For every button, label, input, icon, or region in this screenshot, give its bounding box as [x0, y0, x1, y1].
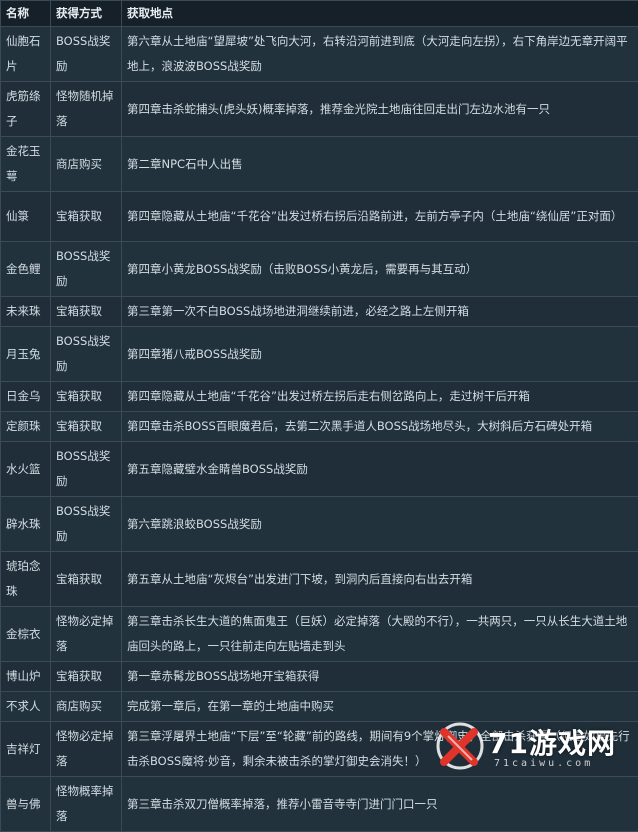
- table-row: 金色鲤 BOSS战奖励 第四章小黄龙BOSS战奖励（击败BOSS小黄龙后，需要再…: [1, 242, 638, 297]
- table-row: 不求人 商店购买 完成第一章后，在第一章的土地庙中购买: [1, 692, 638, 722]
- item-location: 第二章NPC石中人出售: [122, 137, 638, 192]
- item-method: BOSS战奖励: [51, 497, 122, 552]
- site-watermark: 71游戏网 71caiwu.com: [430, 718, 630, 774]
- item-method: 怪物必定掉落: [51, 722, 122, 777]
- items-table: 名称 获得方式 获取地点 仙胞石片 BOSS战奖励 第六章从土地庙“望犀坡”处飞…: [0, 0, 638, 832]
- watermark-domain: 71caiwu.com: [494, 758, 593, 769]
- item-name: 吉祥灯: [1, 722, 51, 777]
- item-location: 第四章小黄龙BOSS战奖励（击败BOSS小黄龙后，需要再与其互动）: [122, 242, 638, 297]
- item-method: BOSS战奖励: [51, 27, 122, 82]
- header-name: 名称: [1, 1, 51, 27]
- item-location: 第四章猪八戒BOSS战奖励: [122, 327, 638, 382]
- item-method: 怪物随机掉落: [51, 82, 122, 137]
- table-row: 虎筋绦子 怪物随机掉落 第四章击杀蛇捕头(虎头妖)概率掉落，推荐金光院土地庙往回…: [1, 82, 638, 137]
- header-method: 获得方式: [51, 1, 122, 27]
- item-method: BOSS战奖励: [51, 242, 122, 297]
- item-name: 未来珠: [1, 297, 51, 327]
- item-name: 不求人: [1, 692, 51, 722]
- item-location: 第六章跳浪蛟BOSS战奖励: [122, 497, 638, 552]
- item-location: 第四章隐藏从土地庙“千花谷”出发过桥左拐后走右侧岔路向上，走过树干后开箱: [122, 382, 638, 412]
- item-method: 商店购买: [51, 692, 122, 722]
- item-name: 博山炉: [1, 662, 51, 692]
- item-location: 第四章隐藏从土地庙“千花谷”出发过桥右拐后沿路前进，左前方亭子内（土地庙“绕仙居…: [122, 192, 638, 242]
- table-row: 仙胞石片 BOSS战奖励 第六章从土地庙“望犀坡”处飞向大河，右转沿河前进到底（…: [1, 27, 638, 82]
- table-row: 未来珠 宝箱获取 第三章第一次不白BOSS战场地进洞继续前进，必经之路上左侧开箱: [1, 297, 638, 327]
- item-method: BOSS战奖励: [51, 442, 122, 497]
- item-location: 第三章击杀双刀僧概率掉落，推荐小雷音寺寺门进门门口一只: [122, 777, 638, 832]
- item-method: 商店购买: [51, 137, 122, 192]
- table-row: 水火篮 BOSS战奖励 第五章隐藏璧水金睛兽BOSS战奖励: [1, 442, 638, 497]
- item-location: 第五章从土地庙“灰烬台”出发进门下坡，到洞内后直接向右出去开箱: [122, 552, 638, 607]
- item-method: 宝箱获取: [51, 412, 122, 442]
- table-row: 仙箓 宝箱获取 第四章隐藏从土地庙“千花谷”出发过桥右拐后沿路前进，左前方亭子内…: [1, 192, 638, 242]
- header-location: 获取地点: [122, 1, 638, 27]
- brand-logo-icon: [434, 720, 486, 772]
- item-location: 第五章隐藏璧水金睛兽BOSS战奖励: [122, 442, 638, 497]
- item-name: 定颜珠: [1, 412, 51, 442]
- table-header-row: 名称 获得方式 获取地点: [1, 1, 638, 27]
- item-name: 辟水珠: [1, 497, 51, 552]
- item-location: 第三章第一次不白BOSS战场地进洞继续前进，必经之路上左侧开箱: [122, 297, 638, 327]
- table-body: 仙胞石片 BOSS战奖励 第六章从土地庙“望犀坡”处飞向大河，右转沿河前进到底（…: [1, 27, 638, 832]
- item-method: 宝箱获取: [51, 192, 122, 242]
- item-location: 第三章击杀长生大道的焦面鬼王（巨妖）必定掉落（大殿的不行），一共两只，一只从长生…: [122, 607, 638, 662]
- item-method: 宝箱获取: [51, 552, 122, 607]
- item-location: 第四章击杀蛇捕头(虎头妖)概率掉落，推荐金光院土地庙往回走出门左边水池有一只: [122, 82, 638, 137]
- item-method: BOSS战奖励: [51, 327, 122, 382]
- table-row: 兽与佛 怪物概率掉落 第三章击杀双刀僧概率掉落，推荐小雷音寺寺门进门门口一只: [1, 777, 638, 832]
- item-name: 金花玉萼: [1, 137, 51, 192]
- item-method: 怪物概率掉落: [51, 777, 122, 832]
- item-location: 第六章从土地庙“望犀坡”处飞向大河，右转沿河前进到底（大河走向左拐），右下角岸边…: [122, 27, 638, 82]
- item-method: 宝箱获取: [51, 297, 122, 327]
- watermark-brand: 71游戏网: [488, 722, 616, 762]
- item-name: 月玉兔: [1, 327, 51, 382]
- item-name: 仙箓: [1, 192, 51, 242]
- item-name: 虎筋绦子: [1, 82, 51, 137]
- table-row: 金棕衣 怪物必定掉落 第三章击杀长生大道的焦面鬼王（巨妖）必定掉落（大殿的不行）…: [1, 607, 638, 662]
- item-name: 兽与佛: [1, 777, 51, 832]
- item-name: 琥珀念珠: [1, 552, 51, 607]
- item-name: 日金乌: [1, 382, 51, 412]
- item-location: 第一章赤髯龙BOSS战场地开宝箱获得: [122, 662, 638, 692]
- item-name: 金色鲤: [1, 242, 51, 297]
- item-method: 怪物必定掉落: [51, 607, 122, 662]
- item-name: 仙胞石片: [1, 27, 51, 82]
- item-name: 水火篮: [1, 442, 51, 497]
- item-method: 宝箱获取: [51, 382, 122, 412]
- table-row: 定颜珠 宝箱获取 第四章击杀BOSS百眼魔君后，去第二次黑手道人BOSS战场地尽…: [1, 412, 638, 442]
- table-row: 日金乌 宝箱获取 第四章隐藏从土地庙“千花谷”出发过桥左拐后走右侧岔路向上，走过…: [1, 382, 638, 412]
- item-location: 第四章击杀BOSS百眼魔君后，去第二次黑手道人BOSS战场地尽头，大树斜后方石碑…: [122, 412, 638, 442]
- table-row: 琥珀念珠 宝箱获取 第五章从土地庙“灰烬台”出发进门下坡，到洞内后直接向右出去开…: [1, 552, 638, 607]
- table-row: 辟水珠 BOSS战奖励 第六章跳浪蛟BOSS战奖励: [1, 497, 638, 552]
- table-row: 博山炉 宝箱获取 第一章赤髯龙BOSS战场地开宝箱获得: [1, 662, 638, 692]
- table-row: 月玉兔 BOSS战奖励 第四章猪八戒BOSS战奖励: [1, 327, 638, 382]
- table-row: 金花玉萼 商店购买 第二章NPC石中人出售: [1, 137, 638, 192]
- item-method: 宝箱获取: [51, 662, 122, 692]
- item-name: 金棕衣: [1, 607, 51, 662]
- item-location: 完成第一章后，在第一章的土地庙中购买: [122, 692, 638, 722]
